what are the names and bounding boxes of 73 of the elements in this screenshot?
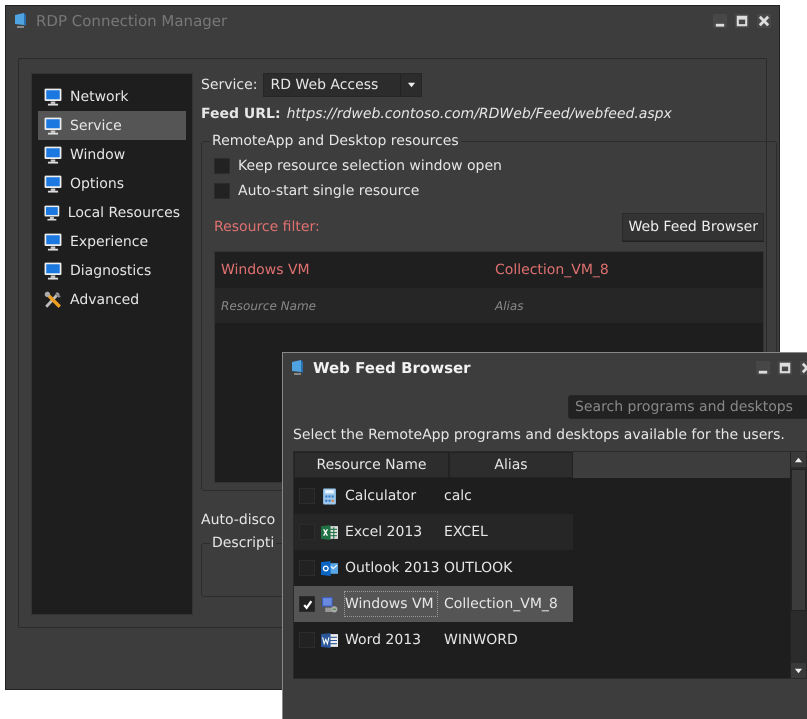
sidebar-item[interactable]: Options xyxy=(38,169,186,198)
table-cell: WINWORD xyxy=(444,632,518,648)
sidebar-item[interactable]: Service xyxy=(38,111,186,140)
group-title: RemoteApp and Desktop resources xyxy=(211,133,460,149)
app-icon xyxy=(12,12,28,30)
maximize-icon[interactable] xyxy=(735,14,749,28)
minimize-icon[interactable] xyxy=(756,361,770,375)
monitor-icon xyxy=(44,88,62,106)
scrollbar-thumb[interactable] xyxy=(791,469,806,611)
column-header[interactable]: Alias xyxy=(449,452,573,478)
instructions-text: Select the RemoteApp programs and desktops available for the users. xyxy=(293,427,786,445)
table-row[interactable]: Outlook 2013 OUTLOOK xyxy=(294,550,573,586)
table-cell-text: Windows VM xyxy=(220,262,311,278)
sidebar-item[interactable]: Network xyxy=(38,82,186,111)
table-cell: Collection_VM_8 xyxy=(444,596,558,612)
scroll-up-icon[interactable] xyxy=(794,456,803,462)
monitor-icon xyxy=(44,116,62,134)
table-row[interactable]: Excel 2013 EXCEL xyxy=(294,514,573,550)
table-cell: calc xyxy=(444,488,472,504)
alias-input-placeholder[interactable]: Alias xyxy=(489,298,763,312)
table-cell-text: Calculator xyxy=(344,487,418,506)
sidebar-item[interactable]: Window xyxy=(38,140,186,169)
check-icon xyxy=(302,598,312,610)
close-icon[interactable] xyxy=(757,14,771,28)
table-cell: EXCEL xyxy=(444,524,488,540)
column-header[interactable]: Resource Name xyxy=(294,452,449,478)
dialog-title: Web Feed Browser xyxy=(313,359,471,377)
sidebar-item[interactable]: Advanced xyxy=(38,285,186,314)
table-row[interactable]: Word 2013 WINWORD xyxy=(294,622,573,658)
calculator-icon xyxy=(321,488,338,504)
table-cell-text: Collection_VM_8 xyxy=(494,262,610,278)
sidebar-item[interactable]: Diagnostics xyxy=(38,256,186,285)
auto-disconnect-label: Auto-disco xyxy=(201,512,276,528)
resource-filter-label: Resource filter: xyxy=(214,219,320,235)
computer-icon xyxy=(321,596,338,612)
table-row[interactable]: Windows VM Collection_VM_8 xyxy=(294,586,573,622)
search-field[interactable]: Search programs and desktops xyxy=(568,395,807,419)
monitor-icon xyxy=(44,232,62,250)
table-cell-text: Word 2013 xyxy=(344,631,422,650)
sidebar-item[interactable]: Experience xyxy=(38,227,186,256)
scroll-down-icon[interactable] xyxy=(794,668,803,674)
mail-icon xyxy=(321,560,338,576)
feed-url: https://rdweb.contoso.com/RDWeb/Feed/webfeed.aspx xyxy=(286,106,672,122)
service-dropdown[interactable]: RD Web Access xyxy=(263,73,422,97)
table-cell: Windows VM xyxy=(344,591,438,617)
monitor-icon xyxy=(44,174,62,192)
maximize-icon[interactable] xyxy=(778,361,792,375)
minimize-icon[interactable] xyxy=(713,14,727,28)
caret-icon xyxy=(406,82,416,88)
checkbox[interactable] xyxy=(214,158,230,174)
checkbox[interactable] xyxy=(214,182,230,198)
spreadsheet-icon xyxy=(321,524,338,540)
scrollbar[interactable] xyxy=(790,452,806,678)
monitor-icon xyxy=(44,262,62,280)
app-icon xyxy=(289,359,305,377)
monitor-icon xyxy=(44,204,60,222)
window-title: RDP Connection Manager xyxy=(36,12,228,30)
document-icon xyxy=(321,632,338,648)
name-input-placeholder[interactable]: Resource Name xyxy=(215,298,489,312)
checkbox-label: Auto-start single resource xyxy=(238,182,420,198)
checkbox[interactable] xyxy=(299,596,315,612)
checkbox-label: Keep resource selection window open xyxy=(238,158,502,174)
table-cell: OUTLOOK xyxy=(444,560,512,576)
table-cell-text: Excel 2013 xyxy=(344,523,424,542)
web-feed-browser-button[interactable]: Web Feed Browser xyxy=(622,213,764,241)
group-title: Descripti xyxy=(211,535,276,551)
table-cell-text: Outlook 2013 xyxy=(344,559,438,578)
feed-url-label: Feed URL: xyxy=(201,106,281,122)
table-row[interactable]: Calculator calc xyxy=(294,478,573,514)
monitor-icon xyxy=(44,146,62,164)
sidebar-item[interactable]: Local Resources xyxy=(38,198,186,227)
service-label: Service: xyxy=(201,77,258,93)
tools-icon xyxy=(44,290,62,308)
